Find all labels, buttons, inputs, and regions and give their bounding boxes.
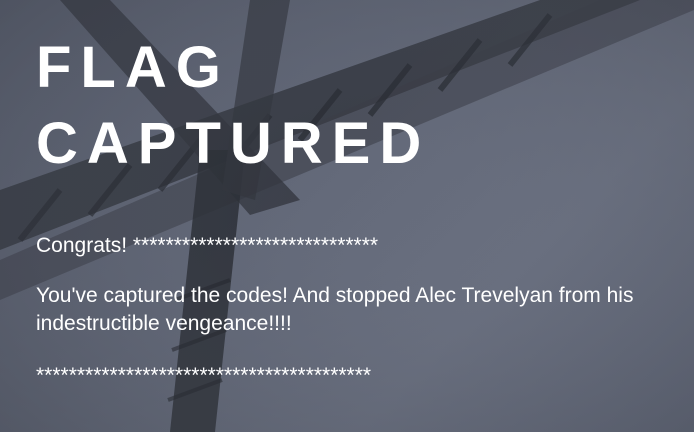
- footer-stars: ****************************************…: [36, 364, 372, 387]
- message-text: You've captured the codes! And stopped A…: [36, 284, 634, 335]
- congrats-text: Congrats! ******************************: [36, 234, 379, 257]
- message-panel: FLAG CAPTURED Congrats! ****************…: [36, 30, 676, 390]
- title-line-2: CAPTURED: [36, 111, 431, 176]
- page-title: FLAG CAPTURED: [36, 30, 676, 182]
- title-line-1: FLAG: [36, 35, 230, 100]
